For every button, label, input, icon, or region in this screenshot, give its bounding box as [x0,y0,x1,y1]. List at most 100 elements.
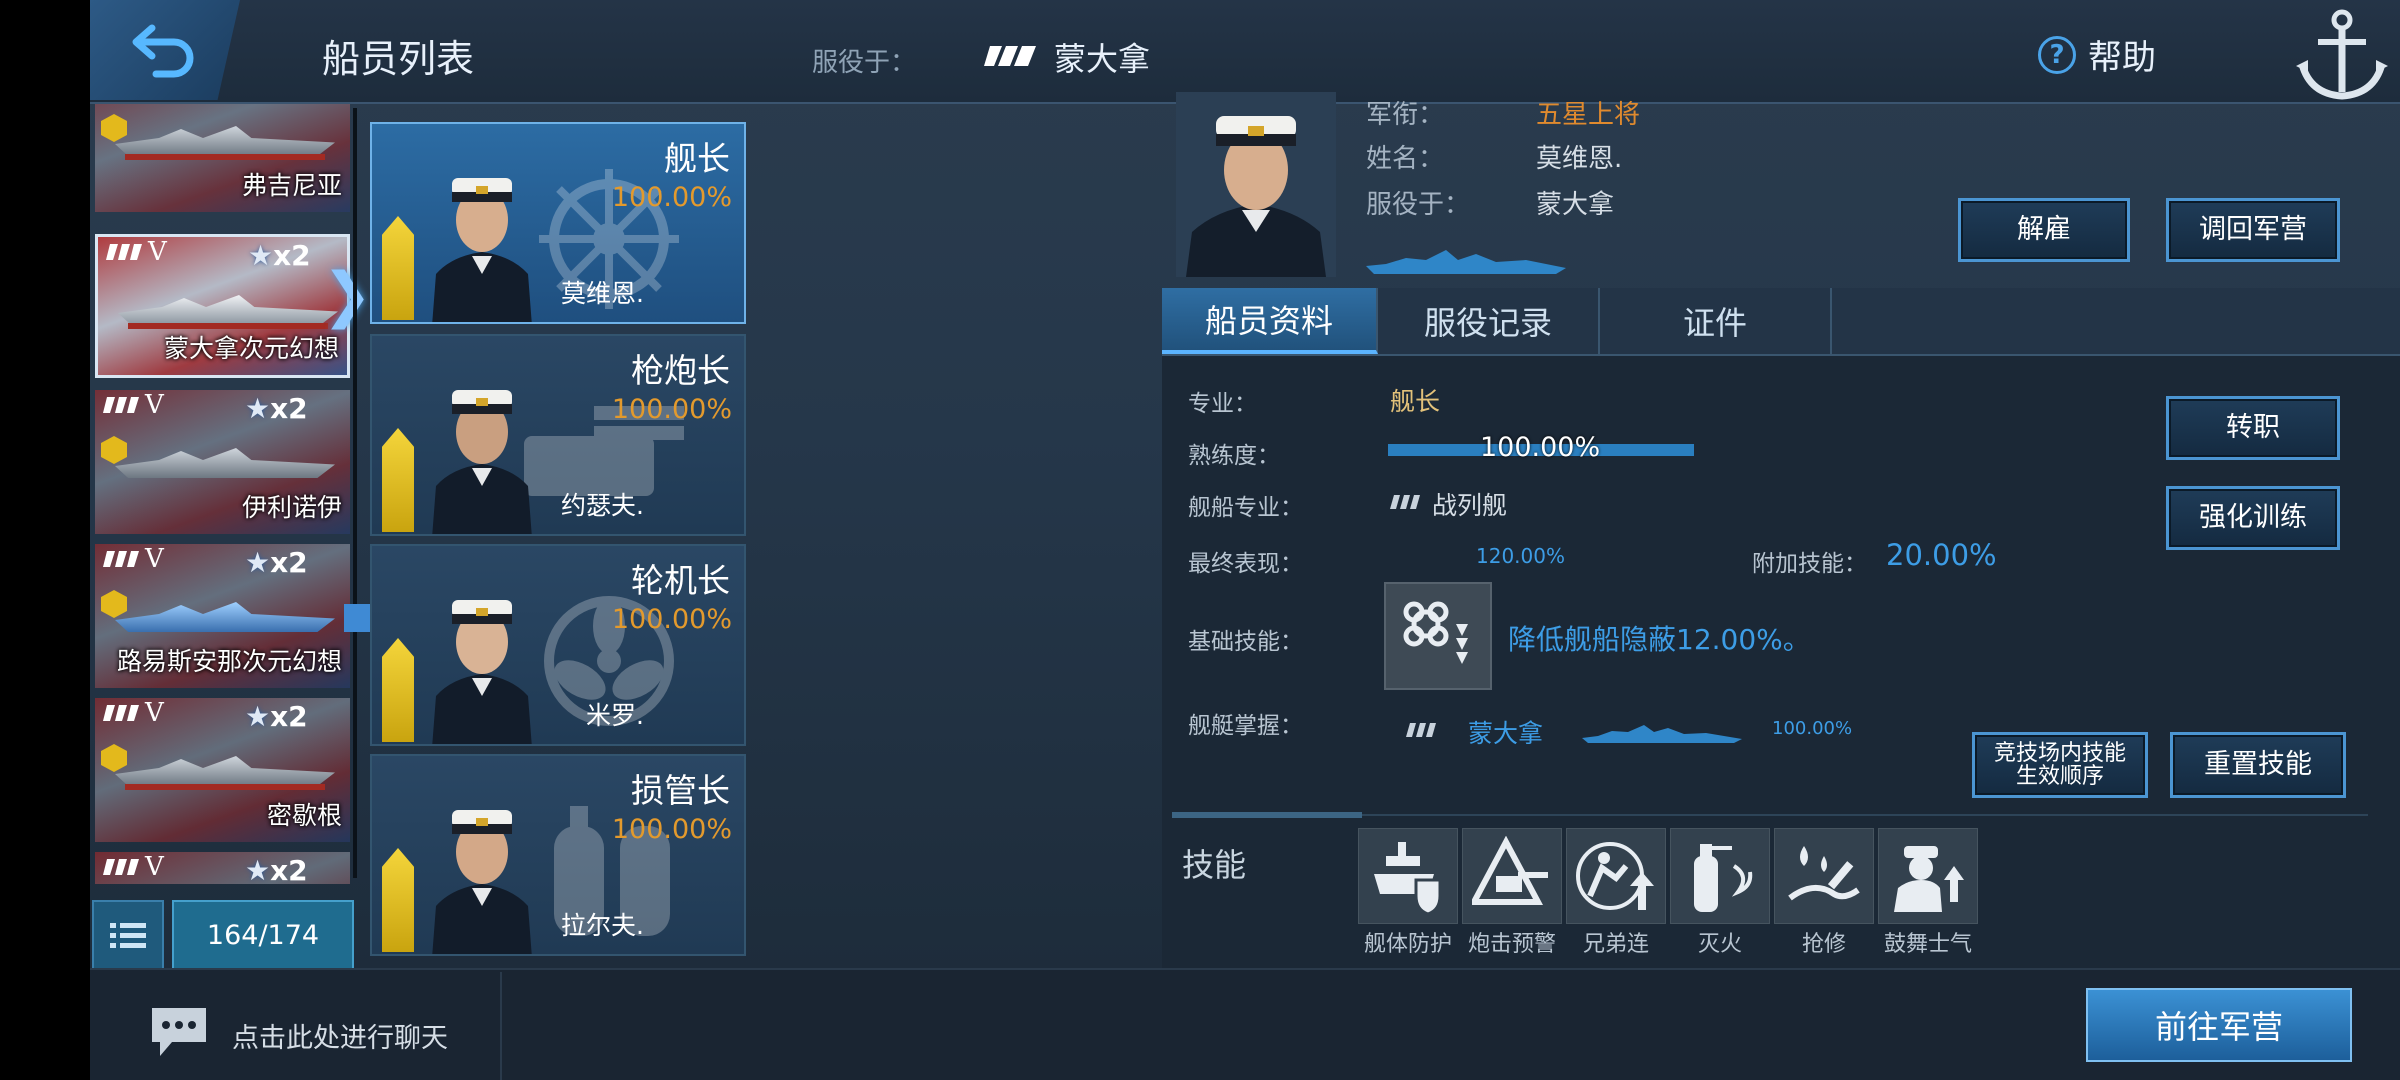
scrollbar-thumb[interactable] [344,604,370,632]
medal-icon [101,114,127,142]
transfer-button[interactable]: 转职 [2166,396,2340,460]
base-skill-description: 降低舰船隐蔽12.00%。 [1508,623,1811,656]
crew-proficiency: 100.00% [611,394,732,425]
go-to-barracks-button[interactable]: 前往军营 [2086,988,2352,1062]
crew-name: 约瑟夫. [561,491,644,520]
skill-hull-protection[interactable] [1358,828,1458,924]
recall-button[interactable]: 调回军营 [2166,198,2340,262]
ship-tier: V [148,237,167,267]
skill-shell-warning[interactable] [1462,828,1562,924]
ship-list: ★x2 弗吉尼亚 V ★x2 蒙大拿次元幻想 V ★x2 伊利诺伊 V ★x2 … [90,104,360,884]
ship-silhouette-icon [1582,725,1742,743]
reset-skills-button[interactable]: 重置技能 [2170,732,2346,798]
star-multiplier: ★x2 [245,700,308,733]
serve-label: 服役于： [812,48,917,78]
arena-button-line2: 生效顺序 [2015,764,2104,789]
multiplier-text: x2 [270,700,308,733]
specialty-value: 舰长 [1390,387,1441,416]
tab-certificate[interactable]: 证件 [1600,288,1832,354]
list-view-button[interactable] [92,900,164,970]
final-performance-label: 最终表现： [1188,551,1303,577]
crew-card-engineer[interactable]: 轮机长 100.00% 米罗. [370,544,746,746]
rank-value: 五星上将 [1536,100,1641,130]
ship-item-selected[interactable]: V ★x2 蒙大拿次元幻想 [95,234,350,378]
skill-name: 炮击预警 [1467,932,1556,957]
chat-prompt[interactable]: 点击此处进行聊天 [232,1016,448,1055]
help-button[interactable]: ? 帮助 [2038,30,2156,79]
skill-repair[interactable] [1774,828,1874,924]
dismiss-button[interactable]: 解雇 [1958,198,2130,262]
brotherhood-icon [1576,842,1654,910]
crew-card-gunnery[interactable]: 枪炮长 100.00% 约瑟夫. [370,334,746,536]
skill-name: 抢修 [1801,932,1846,957]
officer-portrait [432,178,532,322]
crew-name: 莫维恩. [561,279,644,308]
ship-image [115,448,335,478]
ship-tier: V [145,698,164,728]
crew-name: 拉尔夫. [561,911,644,940]
crew-proficiency: 100.00% [611,604,732,635]
skill-brotherhood[interactable] [1566,828,1666,924]
officer-portrait [432,390,532,534]
arena-skill-order-button[interactable]: 竞技场内技能 生效顺序 [1972,732,2148,798]
concealment-icon [1403,601,1468,664]
crew-card-damage-control[interactable]: 损管长 100.00% 拉尔夫. [370,754,746,956]
ship-name: 弗吉尼亚 [241,171,342,200]
medal-icon [101,590,127,618]
crew-role: 枪炮长 [631,351,730,390]
chat-icon[interactable] [148,1004,210,1060]
ship-type-value: 战列舰 [1432,491,1508,520]
star-multiplier: ★x2 [245,854,308,884]
mastery-pct: 100.00% [1772,718,1853,739]
mastery-label: 舰艇掌握： [1188,713,1303,739]
skills-label: 技能 [1182,846,1247,884]
skill-morale[interactable] [1878,828,1978,924]
rank-insignia [382,216,414,320]
detail-tabs: 船员资料 服役记录 证件 [1162,288,2400,356]
train-button[interactable]: 强化训练 [2166,486,2340,550]
ship-name: 蒙大拿次元幻想 [163,334,339,363]
tab-service-record[interactable]: 服役记录 [1378,288,1600,354]
shell-warning-icon [1472,836,1548,905]
star-multiplier: ★x2 [245,546,308,579]
ship-image [115,756,335,786]
officer-serve-label: 服役于： [1366,190,1471,220]
anchor-icon[interactable] [2290,2,2394,106]
ship-item[interactable]: V ★x2 [95,852,350,884]
tab-crew-info[interactable]: 船员资料 [1162,288,1378,354]
left-letterbox [0,0,90,1080]
crew-card-captain[interactable]: 舰长 100.00% 莫维恩. [370,122,746,324]
officer-portrait [432,600,532,744]
ship-list-scrollbar[interactable] [353,108,357,878]
ship-item[interactable]: ★x2 弗吉尼亚 [95,104,350,212]
multiplier-text: x2 [270,546,308,579]
game-screen: 船员列表 服役于： 蒙大拿 ? 帮助 ★x2 弗吉尼亚 V [0,0,2400,1080]
back-button[interactable] [90,0,240,100]
skill-name: 灭火 [1697,932,1742,957]
ship-item[interactable]: V ★x2 密歇根 [95,698,350,842]
hull-protection-icon [1374,842,1442,916]
rank-insignia [382,638,414,742]
battleship-class-icon [103,705,139,721]
base-skill-icon[interactable] [1384,582,1492,690]
mastery-ship: 蒙大拿 [1468,719,1544,748]
star-multiplier: ★x2 [248,239,311,272]
ship-tier: V [145,544,164,574]
medal-icon [101,744,127,772]
skill-name: 鼓舞士气 [1883,932,1972,957]
multiplier-text: x2 [273,239,311,272]
crew-proficiency: 100.00% [611,182,732,213]
crew-role: 舰长 [664,139,730,178]
ship-hull [125,154,325,160]
battleship-class-icon [1406,723,1436,737]
selected-officer-portrait [1176,92,1336,277]
ship-name: 密歇根 [266,801,342,830]
multiplier-text: x2 [270,854,308,884]
skill-firefighting[interactable] [1670,828,1770,924]
crew-role: 轮机长 [631,561,730,600]
base-skill-label: 基础技能： [1188,629,1303,655]
ship-item[interactable]: V ★x2 路易斯安那次元幻想 [95,544,350,688]
arena-button-line1: 竞技场内技能 [1993,740,2126,766]
battleship-class-icon [984,44,1036,72]
ship-item[interactable]: V ★x2 伊利诺伊 [95,390,350,534]
